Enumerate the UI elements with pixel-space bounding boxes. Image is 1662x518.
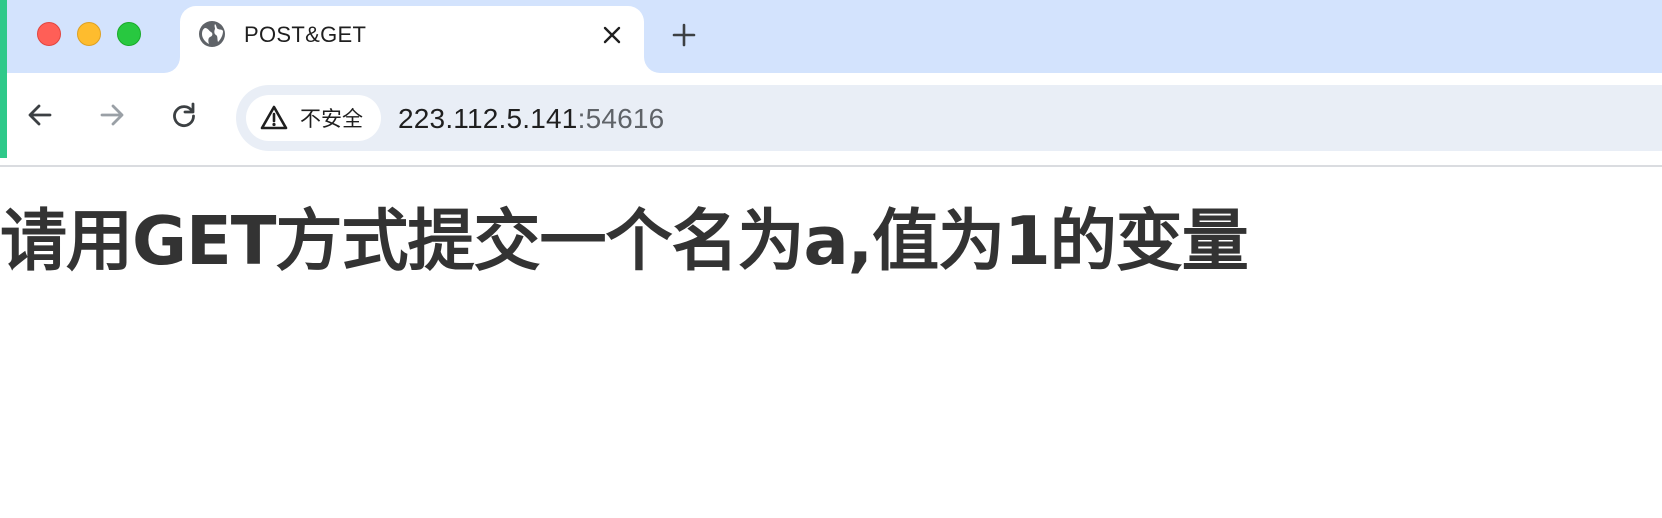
close-window-button[interactable] [37, 22, 61, 46]
browser-toolbar: 不安全 223.112.5.141:54616 [0, 73, 1662, 167]
security-label: 不安全 [300, 107, 363, 131]
forward-button[interactable] [94, 99, 130, 135]
tab-active[interactable]: POST&GET [180, 6, 644, 73]
tab-strip: POST&GET [0, 0, 1662, 73]
plus-icon[interactable] [669, 20, 699, 50]
globe-icon [198, 20, 226, 48]
page-heading: 请用GET方式提交一个名为a,值为1的变量 [0, 202, 1249, 280]
zoom-window-button[interactable] [117, 22, 141, 46]
browser-window: POST&GET 不安全 223.112.5.141:54616 请用GET方式… [0, 0, 1662, 518]
url-port: :54616 [577, 103, 665, 134]
tab-title: POST&GET [244, 22, 367, 47]
reload-button[interactable] [166, 99, 202, 135]
arrow-left-icon [26, 101, 54, 133]
page-content: 请用GET方式提交一个名为a,值为1的变量 [0, 167, 1662, 518]
security-chip[interactable]: 不安全 [246, 95, 381, 141]
warning-triangle-icon [260, 104, 288, 132]
close-icon[interactable] [600, 23, 624, 47]
address-bar[interactable]: 不安全 223.112.5.141:54616 [236, 85, 1662, 151]
reload-icon [170, 101, 198, 133]
back-button[interactable] [22, 99, 58, 135]
url-host: 223.112.5.141 [398, 103, 578, 134]
url-text[interactable]: 223.112.5.141:54616 [398, 103, 664, 135]
window-edge-accent [0, 0, 7, 158]
minimize-window-button[interactable] [77, 22, 101, 46]
arrow-right-icon [98, 101, 126, 133]
